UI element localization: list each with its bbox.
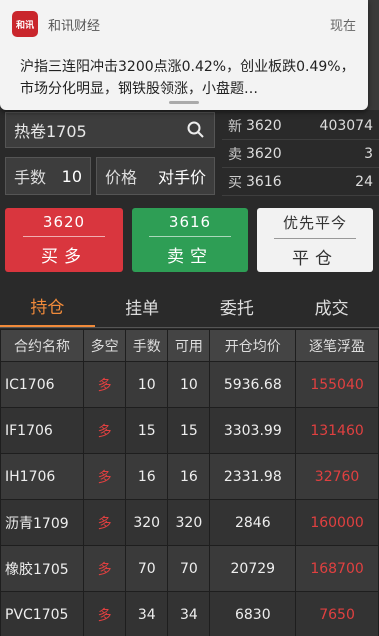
cell-direction: 多 [82,453,127,500]
cell-lots: 10 [125,361,169,408]
quote-key: 买 [228,174,242,191]
header-direction: 多空 [82,329,127,362]
notification-text: 沪指三连阳冲击3200点涨0.42%，创业板跌0.49%，市场分化明显，钢铁股领… [20,59,355,97]
cell-lots: 70 [125,545,169,592]
cell-lots: 320 [125,499,169,546]
cell-avg-price: 2846 [209,499,297,546]
quote-row-bid: 买 3616 24 [222,168,379,196]
close-position-button[interactable]: 优先平今 平仓 [257,208,373,272]
sell-short-button[interactable]: 3616 卖空 [132,208,248,272]
cell-avg-price: 3303.99 [209,407,297,454]
quote-row-last: 新 3620 403074 [222,112,379,140]
quote-price: 3616 [246,173,282,190]
quote-row-ask: 卖 3620 3 [222,140,379,168]
cell-direction: 多 [82,361,127,408]
header-floating-pnl: 逐笔浮盈 [295,329,379,362]
cell-avg-price: 6830 [209,591,297,636]
quote-panel: 新 3620 403074 卖 3620 3 买 3616 24 [222,112,379,196]
table-row[interactable]: IC1706 多 10 10 5936.68 155040 [0,361,379,408]
cell-lots: 15 [125,407,169,454]
cell-lots: 34 [125,591,169,636]
cell-avg-price: 5936.68 [209,361,297,408]
sell-price: 3616 [168,213,212,231]
table-row[interactable]: 橡胶1705 多 70 70 20729 168700 [0,545,379,592]
cell-contract: 沥青1709 [0,499,84,546]
quote-volume: 24 [355,173,373,190]
tab-trades[interactable]: 成交 [284,286,379,327]
quote-volume: 3 [364,145,373,162]
quote-volume: 403074 [319,117,373,134]
cell-floating-pnl: 131460 [295,407,379,454]
close-priority-label: 优先平今 [282,213,347,232]
cell-available: 70 [167,545,211,592]
cell-available: 15 [167,407,211,454]
quote-price: 3620 [246,117,282,134]
divider [274,237,356,239]
price-value: 对手价 [157,168,206,187]
cell-contract: IC1706 [0,361,84,408]
tab-pending[interactable]: 挂单 [95,286,190,327]
header-contract: 合约名称 [0,329,84,362]
cell-available: 34 [167,591,211,636]
cell-avg-price: 20729 [209,545,297,592]
quote-price: 3620 [246,145,282,162]
notification-app-name: 和讯财经 [48,18,101,34]
tab-orders[interactable]: 委托 [190,286,285,327]
cell-direction: 多 [82,545,127,592]
cell-floating-pnl: 155040 [295,361,379,408]
cell-available: 320 [167,499,211,546]
price-field[interactable]: 价格 对手价 [96,157,215,195]
table-row[interactable]: IF1706 多 15 15 3303.99 131460 [0,407,379,454]
cell-contract: PVC1705 [0,591,84,636]
header-avg-price: 开仓均价 [209,329,297,362]
cell-floating-pnl: 168700 [295,545,379,592]
divider [22,236,106,237]
notification-time: 现在 [329,18,356,34]
quote-key: 卖 [228,146,242,163]
cell-contract: 橡胶1705 [0,545,84,592]
notification-handle[interactable] [169,101,199,104]
quantity-label: 手数 [14,168,47,187]
table-row[interactable]: PVC1705 多 34 34 6830 7650 [0,591,379,636]
tab-positions[interactable]: 持仓 [0,286,95,327]
search-icon[interactable] [186,120,206,140]
cell-lots: 16 [125,453,169,500]
cell-floating-pnl: 32760 [295,453,379,500]
header-lots: 手数 [125,329,169,362]
cell-direction: 多 [82,499,127,546]
positions-table: 合约名称 多空 手数 可用 开仓均价 逐笔浮盈 IC1706 多 10 10 5… [0,329,379,636]
table-row[interactable]: 沥青1709 多 320 320 2846 160000 [0,499,379,546]
table-row[interactable]: IH1706 多 16 16 2331.98 32760 [0,453,379,500]
buy-price: 3620 [42,213,86,231]
contract-value: 热卷1705 [14,122,87,141]
quantity-value: 10 [61,166,82,186]
contract-search-input[interactable]: 热卷1705 [5,112,215,148]
cell-available: 16 [167,453,211,500]
buy-label: 买多 [41,247,87,267]
buy-long-button[interactable]: 3620 买多 [5,208,123,272]
cell-direction: 多 [82,591,127,636]
notification-banner[interactable]: 和讯 和讯财经 现在 沪指三连阳冲击3200点涨0.42%，创业板跌0.49%，… [0,0,368,110]
cell-avg-price: 2331.98 [209,453,297,500]
header-available: 可用 [167,329,211,362]
price-label: 价格 [105,168,138,187]
cell-direction: 多 [82,407,127,454]
quantity-field[interactable]: 手数 10 [5,157,91,195]
cell-available: 10 [167,361,211,408]
divider [149,236,231,237]
table-header-row: 合约名称 多空 手数 可用 开仓均价 逐笔浮盈 [0,329,379,362]
app-logo-icon: 和讯 [12,11,38,37]
close-label: 平仓 [292,248,338,269]
sell-label: 卖空 [167,247,213,267]
cell-contract: IH1706 [0,453,84,500]
cell-contract: IF1706 [0,407,84,454]
cell-floating-pnl: 7650 [295,591,379,636]
position-tabs: 持仓 挂单 委托 成交 [0,286,379,328]
quote-key: 新 [228,118,242,135]
cell-floating-pnl: 160000 [295,499,379,546]
